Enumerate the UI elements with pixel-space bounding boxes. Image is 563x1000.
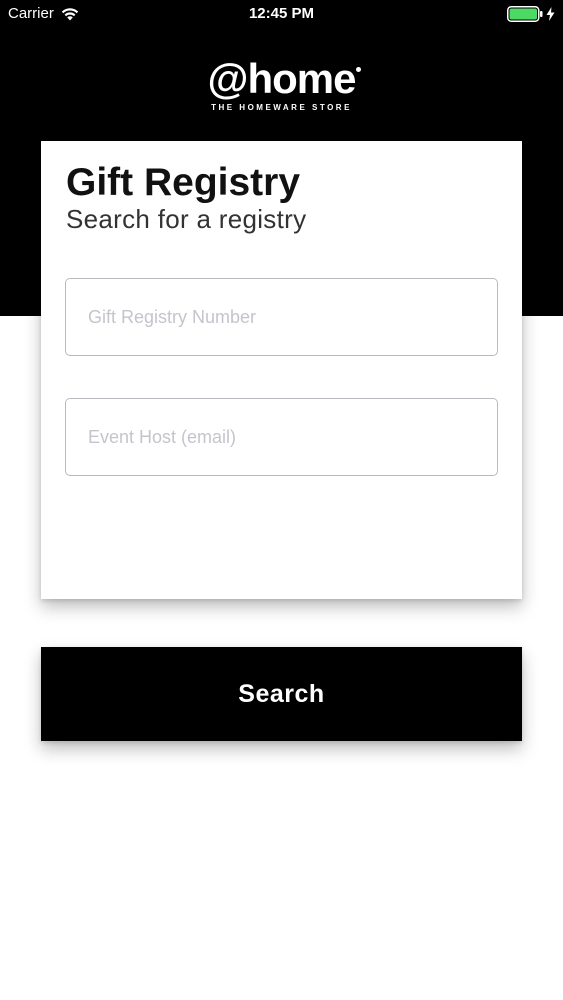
status-bar: Carrier 12:45 PM bbox=[0, 0, 563, 30]
bolt-icon bbox=[546, 7, 555, 21]
registered-mark-icon bbox=[356, 67, 362, 72]
logo-tagline: THE HOMEWARE STORE bbox=[211, 103, 352, 112]
status-time: 12:45 PM bbox=[248, 5, 315, 22]
logo-wordmark: @home bbox=[207, 55, 362, 102]
battery-icon bbox=[507, 6, 543, 22]
search-card: Gift Registry Search for a registry bbox=[41, 141, 522, 599]
page-subtitle: Search for a registry bbox=[66, 204, 307, 234]
status-right bbox=[507, 6, 555, 22]
search-button[interactable]: Search bbox=[41, 647, 522, 741]
event-host-email-input[interactable] bbox=[65, 398, 498, 476]
logo-text: @home bbox=[207, 55, 357, 102]
page-title: Gift Registry bbox=[66, 161, 301, 204]
registry-number-input[interactable] bbox=[65, 278, 498, 356]
store-logo: @home THE HOMEWARE STORE bbox=[0, 57, 563, 112]
